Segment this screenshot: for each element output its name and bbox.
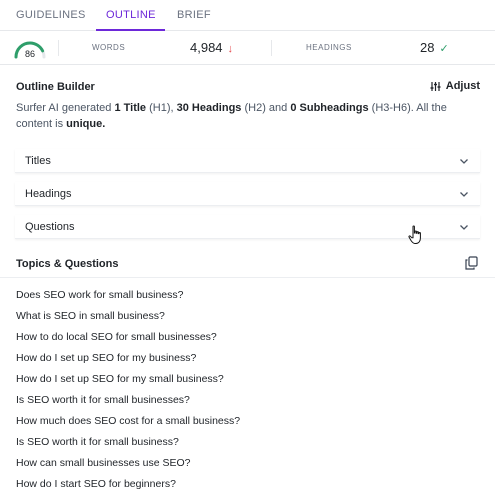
accordion-label: Questions bbox=[25, 221, 75, 233]
outline-builder-title: Outline Builder bbox=[16, 81, 95, 93]
words-value: 4,984 ↓ bbox=[190, 40, 233, 55]
desc-text: (H1), bbox=[146, 102, 177, 114]
desc-text: Surfer AI generated bbox=[16, 102, 115, 114]
list-item: How to do local SEO for small businesses… bbox=[16, 331, 217, 343]
adjust-label: Adjust bbox=[445, 80, 480, 92]
tab-outline[interactable]: OUTLINE bbox=[106, 9, 156, 21]
sliders-icon bbox=[430, 81, 441, 91]
tab-bar: GUIDELINES OUTLINE BRIEF bbox=[0, 0, 495, 31]
unique-label: unique. bbox=[66, 118, 106, 130]
adjust-button[interactable]: Adjust bbox=[430, 80, 480, 92]
chevron-down-icon bbox=[460, 159, 468, 164]
chevron-down-icon bbox=[460, 192, 468, 197]
subheadings-count: 0 Subheadings bbox=[290, 102, 369, 114]
accordion-label: Headings bbox=[25, 188, 72, 200]
titles-count: 1 Title bbox=[114, 102, 147, 114]
arrow-down-icon: ↓ bbox=[227, 43, 234, 55]
headings-count: 28 bbox=[420, 40, 435, 55]
list-item: Does SEO work for small business? bbox=[16, 289, 184, 301]
content-score: 86 bbox=[24, 49, 35, 59]
headings-count-text: 30 Headings bbox=[176, 102, 242, 114]
questions-list: Does SEO work for small business? What i… bbox=[16, 289, 240, 499]
copy-icon[interactable] bbox=[465, 256, 478, 270]
list-item: How do I set up SEO for my small busines… bbox=[16, 373, 224, 385]
words-label: WORDS bbox=[92, 43, 126, 52]
list-item: How can small businesses use SEO? bbox=[16, 457, 191, 469]
list-item: Is SEO worth it for small businesses? bbox=[16, 394, 190, 406]
list-item: How do I start SEO for beginners? bbox=[16, 478, 176, 490]
topics-questions-title: Topics & Questions bbox=[16, 258, 119, 270]
outline-description: Surfer AI generated 1 Title (H1), 30 Hea… bbox=[16, 100, 456, 132]
metrics-bar: 86 WORDS 4,984 ↓ HEADINGS 28 ✓ bbox=[0, 31, 495, 65]
words-count: 4,984 bbox=[190, 40, 223, 55]
list-item: How much does SEO cost for a small busin… bbox=[16, 415, 241, 427]
divider bbox=[58, 40, 59, 56]
accordion-label: Titles bbox=[25, 155, 51, 167]
desc-text: (H2) and bbox=[241, 102, 291, 114]
check-icon: ✓ bbox=[439, 43, 449, 55]
divider bbox=[271, 40, 272, 56]
list-item: How do I set up SEO for my business? bbox=[16, 352, 197, 364]
list-item: What is SEO in small business? bbox=[16, 310, 165, 322]
tab-brief[interactable]: BRIEF bbox=[177, 9, 211, 21]
tab-guidelines[interactable]: GUIDELINES bbox=[16, 9, 86, 21]
accordion-titles[interactable]: Titles bbox=[15, 149, 480, 173]
headings-value: 28 ✓ bbox=[420, 40, 449, 55]
list-item: Is SEO worth it for small business? bbox=[16, 436, 179, 448]
headings-label: HEADINGS bbox=[306, 43, 352, 52]
accordion-headings[interactable]: Headings bbox=[15, 182, 480, 206]
chevron-down-icon bbox=[460, 225, 468, 230]
divider bbox=[0, 277, 495, 278]
hand-cursor-icon bbox=[408, 225, 421, 244]
